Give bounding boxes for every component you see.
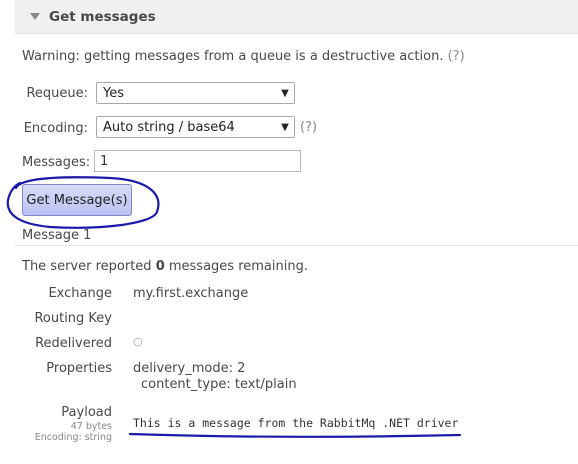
payload-size: 47 bytes <box>70 421 112 432</box>
routing-key-label: Routing Key <box>34 311 112 326</box>
property-delivery-mode: delivery_mode: 2 <box>133 361 245 376</box>
exchange-label: Exchange <box>48 286 112 301</box>
requeue-selected-value: Yes <box>103 85 124 101</box>
collapse-triangle-icon[interactable] <box>30 13 40 20</box>
get-messages-button[interactable]: Get Message(s) <box>22 184 132 216</box>
requeue-label: Requeue: <box>26 86 88 101</box>
redelivered-indicator-icon: ○ <box>133 335 143 348</box>
message-divider <box>15 245 578 246</box>
warning-text: Warning: getting messages from a queue i… <box>22 49 444 64</box>
remaining-suffix: messages remaining. <box>164 259 308 274</box>
property-key: content_type: <box>141 377 231 392</box>
destructive-warning: Warning: getting messages from a queue i… <box>22 49 465 64</box>
section-title: Get messages <box>49 8 156 25</box>
encoding-label: Encoding: <box>23 121 88 136</box>
property-key: delivery_mode: <box>133 361 233 376</box>
properties-label: Properties <box>46 361 112 376</box>
remaining-count: 0 <box>155 259 165 274</box>
property-value: text/plain <box>234 377 297 392</box>
payload-value: This is a message from the RabbitMq .NET… <box>133 416 459 430</box>
remaining-prefix: The server reported <box>22 259 156 274</box>
dropdown-arrow-icon: ▼ <box>281 121 289 133</box>
messages-count-input[interactable]: 1 <box>94 150 301 172</box>
property-value: 2 <box>237 361 246 376</box>
encoding-selected-value: Auto string / base64 <box>103 119 235 135</box>
redelivered-label: Redelivered <box>35 336 112 351</box>
encoding-help-link[interactable]: (?) <box>300 120 317 135</box>
payload-encoding: Encoding: string <box>34 432 112 443</box>
message-heading: Message 1 <box>22 228 92 243</box>
encoding-select[interactable]: Auto string / base64 ▼ <box>96 116 295 138</box>
property-content-type: content_type: text/plain <box>141 377 297 392</box>
requeue-select[interactable]: Yes ▼ <box>96 82 295 104</box>
get-messages-panel: Get messages Warning: getting messages f… <box>0 0 578 464</box>
get-messages-section-header[interactable]: Get messages <box>15 0 578 34</box>
warning-help-link[interactable]: (?) <box>448 49 465 64</box>
dropdown-arrow-icon: ▼ <box>281 87 289 99</box>
exchange-value: my.first.exchange <box>133 286 249 301</box>
messages-remaining-text: The server reported 0 messages remaining… <box>22 259 308 274</box>
messages-label: Messages: <box>22 155 91 170</box>
payload-underline-annotation <box>128 432 462 438</box>
payload-label: Payload <box>61 405 112 420</box>
